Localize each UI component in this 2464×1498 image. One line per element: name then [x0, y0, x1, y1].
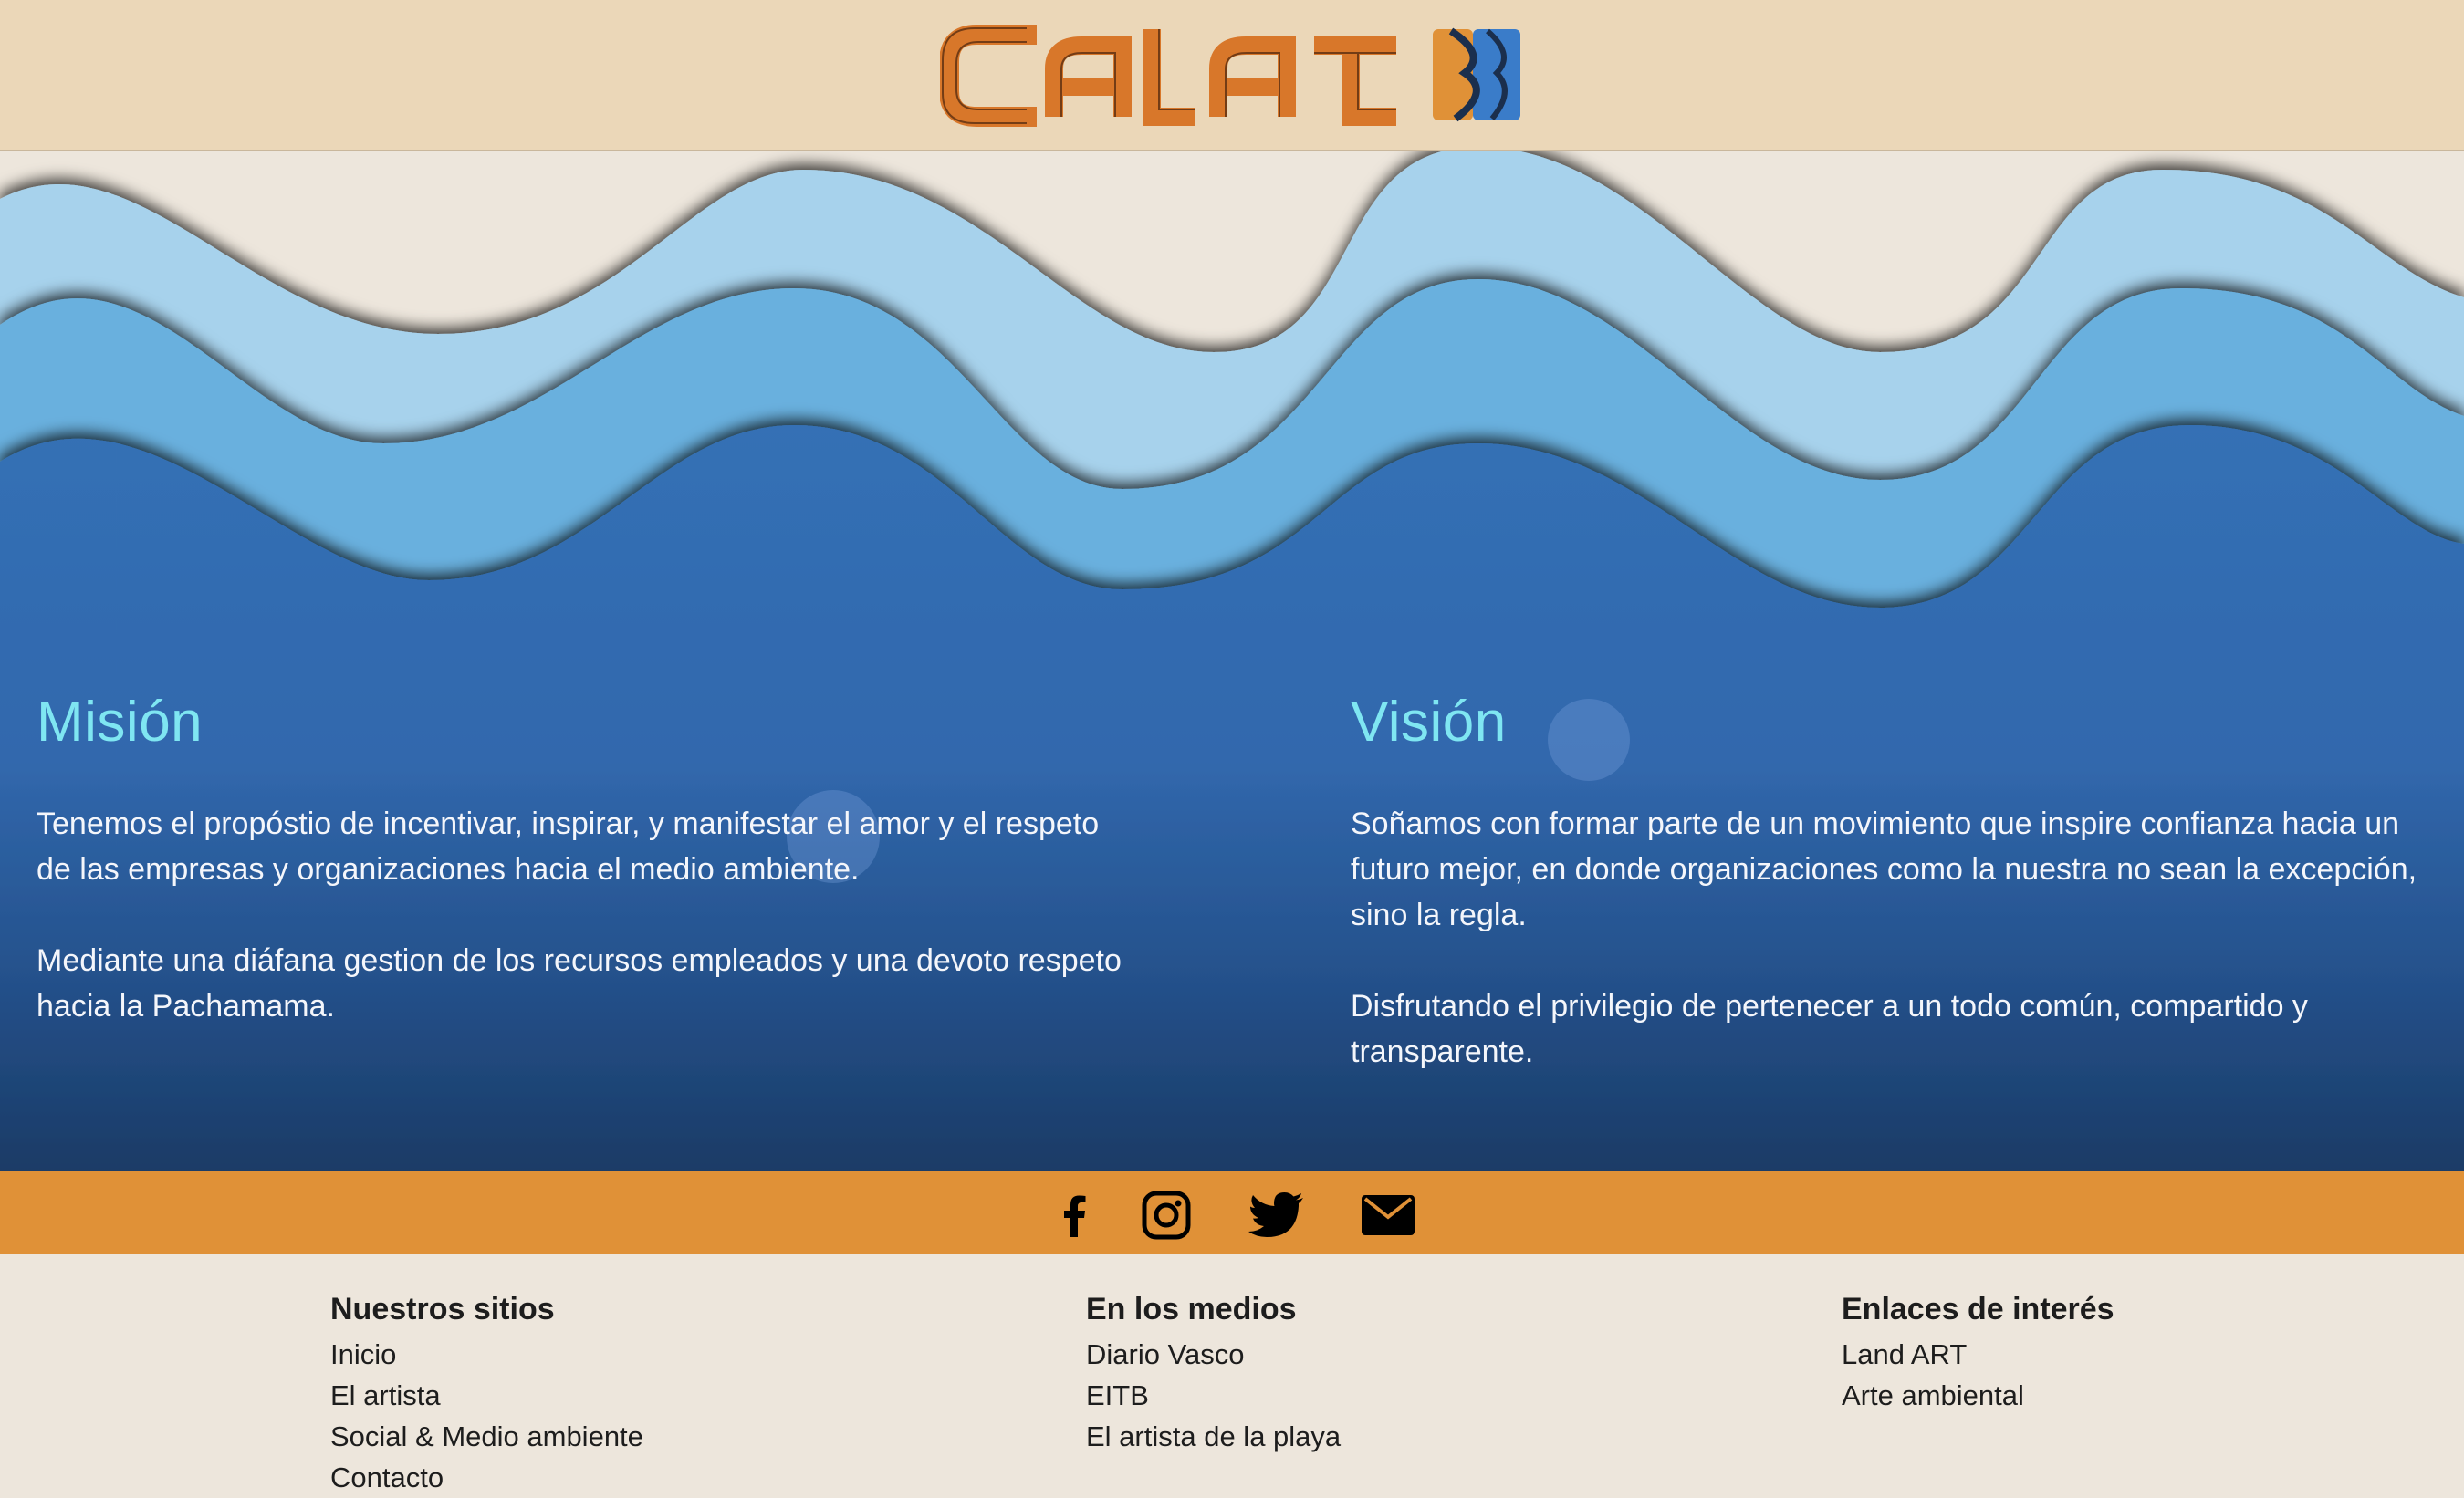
footer-link-eitb[interactable]: EITB: [1086, 1375, 1341, 1416]
footer-heading: En los medios: [1086, 1292, 1297, 1326]
site-footer: Nuestros sitios Inicio El artista Social…: [0, 1254, 2464, 1493]
mision-paragraph-2: Mediante una diáfana gestion de los recu…: [37, 943, 1122, 1024]
calat-logo[interactable]: [940, 18, 1542, 131]
footer-link-social-medio-ambiente[interactable]: Social & Medio ambiente: [330, 1416, 643, 1457]
site-header: [0, 0, 2464, 151]
footer-link-el-artista[interactable]: El artista: [330, 1375, 643, 1416]
mision-paragraph-1: Tenemos el propóstio de incentivar, insp…: [37, 806, 1100, 887]
vision-paragraph-1: Soñamos con formar parte de un movimient…: [1351, 806, 2417, 932]
mail-icon[interactable]: [1360, 1190, 1416, 1241]
footer-column-nuestros-sitios: Nuestros sitios Inicio El artista Social…: [330, 1290, 643, 1498]
footer-link-land-art[interactable]: Land ART: [1842, 1334, 2114, 1375]
hero-ocean-section: Misión Tenemos el propóstio de incentiva…: [0, 151, 2464, 1171]
footer-heading: Enlaces de interés: [1842, 1292, 2114, 1326]
social-links-bar: [0, 1171, 2464, 1254]
vision-section: Visión Soñamos con formar parte de un mo…: [1351, 690, 2427, 1120]
footer-link-inicio[interactable]: Inicio: [330, 1334, 643, 1375]
instagram-icon[interactable]: [1141, 1190, 1192, 1241]
footer-link-arte-ambiental[interactable]: Arte ambiental: [1842, 1375, 2114, 1416]
footer-column-enlaces-de-interes: Enlaces de interés Land ART Arte ambient…: [1842, 1290, 2114, 1416]
vision-title: Visión: [1351, 691, 1507, 754]
twitter-icon[interactable]: [1248, 1190, 1305, 1241]
mision-section: Misión Tenemos el propóstio de incentiva…: [37, 690, 1132, 1075]
footer-column-en-los-medios: En los medios Diario Vasco EITB El artis…: [1086, 1290, 1341, 1457]
facebook-icon[interactable]: [1049, 1190, 1101, 1241]
mision-title: Misión: [37, 691, 204, 754]
vision-paragraph-2: Disfrutando el privilegio de pertenecer …: [1351, 989, 2308, 1069]
footer-heading: Nuestros sitios: [330, 1292, 555, 1326]
footer-link-contacto[interactable]: Contacto: [330, 1457, 643, 1498]
footer-link-diario-vasco[interactable]: Diario Vasco: [1086, 1334, 1341, 1375]
footer-link-el-artista-de-la-playa[interactable]: El artista de la playa: [1086, 1416, 1341, 1457]
